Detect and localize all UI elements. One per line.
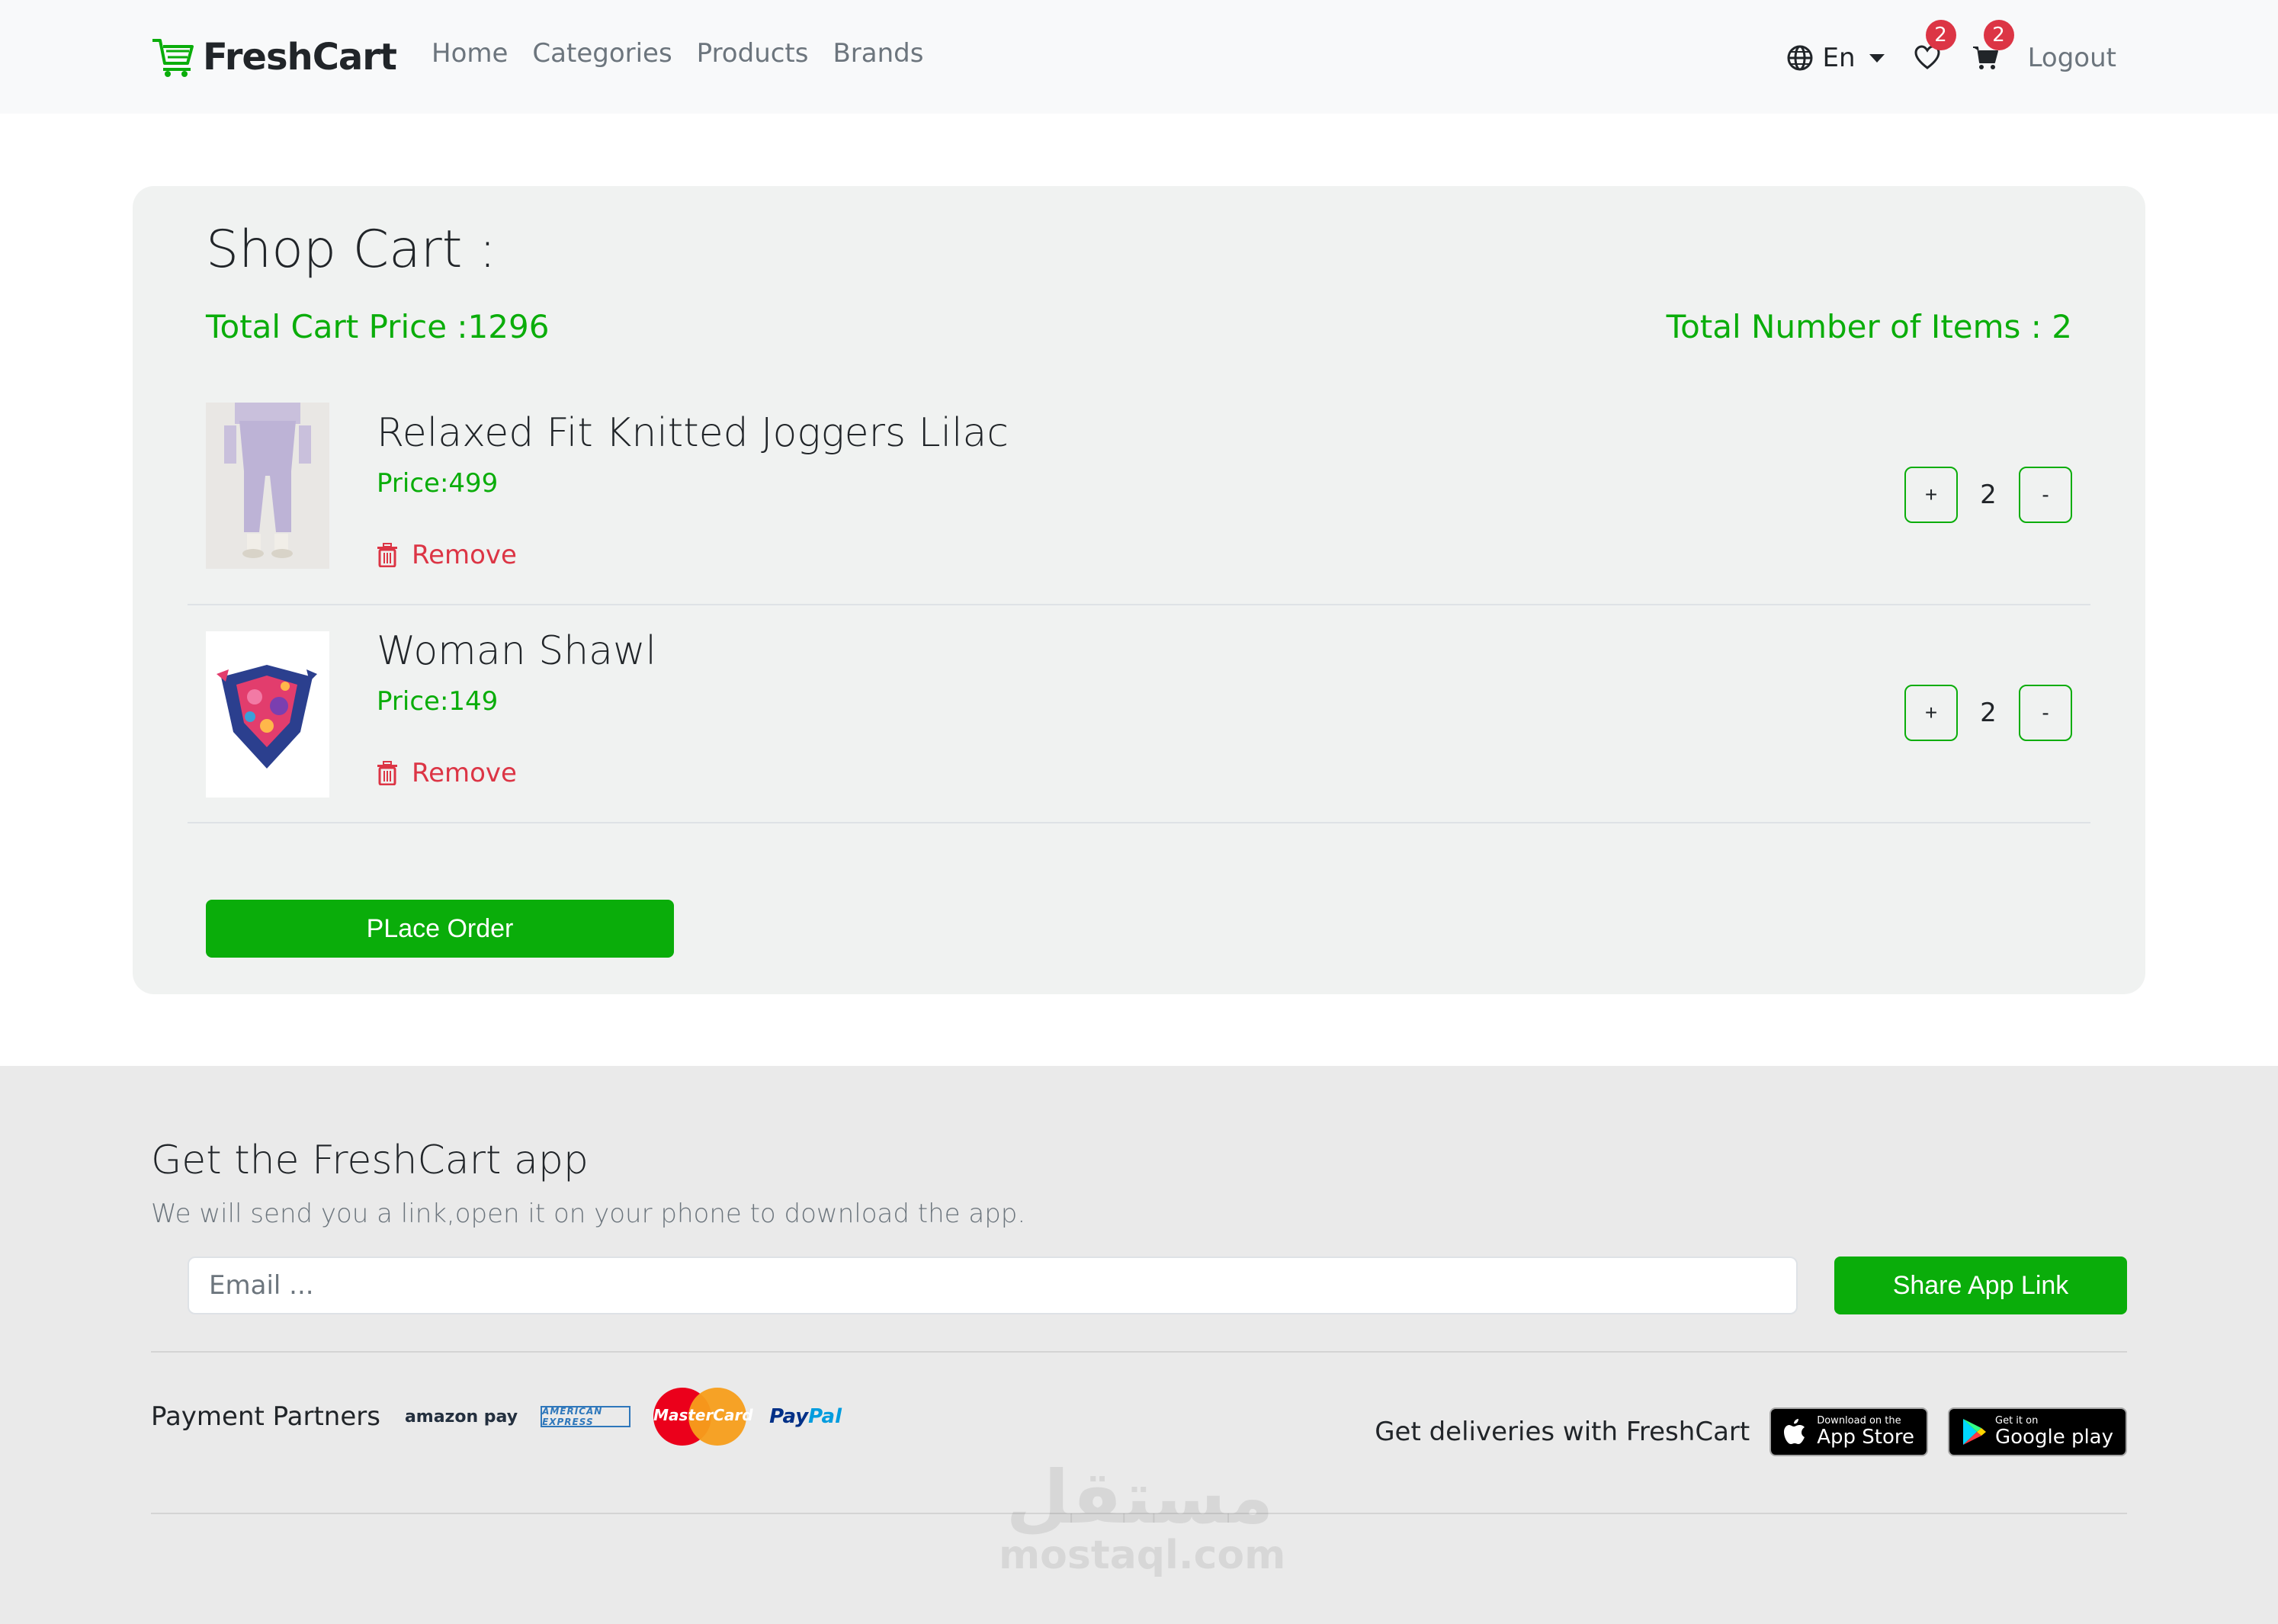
product-price: Price:149 bbox=[377, 686, 499, 717]
cart-item: Relaxed Fit Knitted Joggers Lilac Price:… bbox=[188, 387, 2090, 605]
increase-quantity-button[interactable]: + bbox=[1904, 467, 1958, 523]
navbar: FreshCart Home Categories Products Brand… bbox=[0, 0, 2278, 114]
cart-item: Woman Shawl Price:149 Remove + 2 - bbox=[188, 605, 2090, 823]
quantity-value: 2 bbox=[1980, 480, 1997, 510]
product-image-joggers[interactable] bbox=[206, 403, 329, 569]
app-store-badge[interactable]: Download on the App Store bbox=[1769, 1407, 1928, 1456]
share-app-link-button[interactable]: Share App Link bbox=[1834, 1257, 2127, 1314]
total-cart-price: Total Cart Price :1296 bbox=[206, 308, 550, 345]
remove-button[interactable]: Remove bbox=[377, 540, 517, 570]
language-dropdown[interactable]: En bbox=[1786, 43, 1885, 73]
cart-logo-icon bbox=[152, 39, 194, 77]
increase-quantity-button[interactable]: + bbox=[1904, 685, 1958, 741]
product-name[interactable]: Relaxed Fit Knitted Joggers Lilac bbox=[377, 410, 1009, 456]
google-play-badge[interactable]: Get it on Google play bbox=[1948, 1407, 2127, 1456]
shop-cart-card: Shop Cart : Total Cart Price :1296 Total… bbox=[133, 186, 2145, 994]
wishlist-button[interactable]: 2 bbox=[1912, 20, 1956, 73]
watermark: مستقل mostaql.com bbox=[999, 1455, 1286, 1578]
product-image-shawl[interactable] bbox=[206, 631, 329, 798]
watermark-arabic: مستقل bbox=[1006, 1455, 1274, 1540]
remove-label: Remove bbox=[412, 540, 517, 570]
payment-partners: Payment Partners amazon pay AMERICAN EXP… bbox=[151, 1386, 842, 1447]
nav-link-home[interactable]: Home bbox=[432, 38, 508, 69]
trash-icon bbox=[377, 761, 397, 785]
apple-icon bbox=[1784, 1419, 1805, 1444]
app-downloads: Get deliveries with FreshCart Download o… bbox=[1375, 1407, 2127, 1456]
brand-logo[interactable]: FreshCart bbox=[151, 32, 397, 82]
quantity-stepper: + 2 - bbox=[1904, 685, 2072, 741]
product-name[interactable]: Woman Shawl bbox=[377, 628, 656, 674]
cart-button[interactable]: 2 bbox=[1970, 20, 2014, 73]
quantity-stepper: + 2 - bbox=[1904, 467, 2072, 523]
wishlist-count-badge: 2 bbox=[1925, 20, 1956, 50]
remove-button[interactable]: Remove bbox=[377, 758, 517, 788]
nav-links: Home Categories Products Brands bbox=[432, 38, 923, 69]
email-input[interactable] bbox=[188, 1257, 1798, 1314]
nav-link-categories[interactable]: Categories bbox=[532, 38, 672, 69]
amazon-pay-logo: amazon pay bbox=[404, 1407, 518, 1427]
trash-icon bbox=[377, 543, 397, 567]
quantity-value: 2 bbox=[1980, 698, 1997, 728]
decrease-quantity-button[interactable]: - bbox=[2019, 685, 2072, 741]
cart-title: Shop Cart : bbox=[206, 220, 496, 280]
total-items-count: Total Number of Items : 2 bbox=[1666, 308, 2072, 345]
remove-label: Remove bbox=[412, 758, 517, 788]
product-price: Price:499 bbox=[377, 468, 499, 499]
globe-icon bbox=[1787, 45, 1813, 71]
nav-link-products[interactable]: Products bbox=[697, 38, 809, 69]
app-store-big-text: App Store bbox=[1817, 1426, 1914, 1449]
footer-subtitle: We will send you a link,open it on your … bbox=[151, 1199, 1026, 1229]
nav-link-brands[interactable]: Brands bbox=[833, 38, 923, 69]
decrease-quantity-button[interactable]: - bbox=[2019, 467, 2072, 523]
language-label: En bbox=[1822, 43, 1856, 73]
nav-right: En 2 2 Logout bbox=[1786, 20, 2116, 88]
place-order-button[interactable]: PLace Order bbox=[206, 900, 674, 958]
divider bbox=[151, 1351, 2127, 1353]
watermark-domain: mostaql.com bbox=[999, 1533, 1286, 1578]
american-express-logo: AMERICAN EXPRESS bbox=[541, 1406, 631, 1427]
footer-title: Get the FreshCart app bbox=[151, 1138, 589, 1183]
payment-partners-label: Payment Partners bbox=[151, 1401, 380, 1432]
brand-name: FreshCart bbox=[203, 36, 397, 79]
app-store-small-text: Download on the bbox=[1817, 1415, 1901, 1427]
paypal-logo: Pay Pal bbox=[769, 1405, 842, 1428]
google-play-small-text: Get it on bbox=[1995, 1415, 2039, 1427]
deliveries-label: Get deliveries with FreshCart bbox=[1375, 1417, 1750, 1447]
logout-link[interactable]: Logout bbox=[2028, 43, 2116, 73]
mastercard-logo: MasterCard bbox=[653, 1388, 753, 1446]
chevron-down-icon bbox=[1869, 53, 1885, 63]
google-play-icon bbox=[1963, 1419, 1986, 1445]
google-play-big-text: Google play bbox=[1995, 1426, 2113, 1449]
cart-count-badge: 2 bbox=[1983, 20, 2014, 50]
